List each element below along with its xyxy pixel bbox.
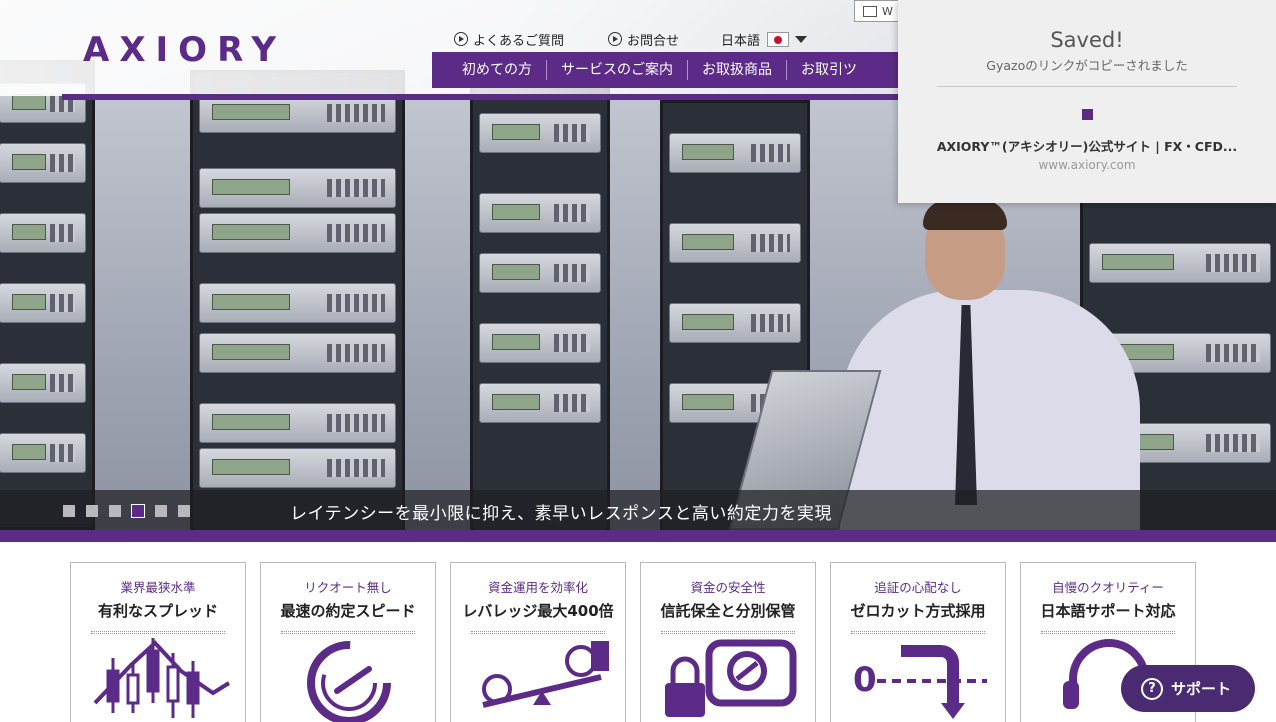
faq-link[interactable]: よくあるご質問 xyxy=(454,30,564,49)
play-circle-icon xyxy=(454,32,468,46)
site-favicon-icon xyxy=(1081,109,1093,120)
gyazo-saved-popup[interactable]: Saved! Gyazoのリンクがコピーされました AXIORY™(アキシオリー… xyxy=(898,0,1276,203)
nav-item-trading[interactable]: お取引ツ xyxy=(787,60,871,80)
feature-title: ゼロカット方式採用 xyxy=(850,602,986,620)
chevron-down-icon xyxy=(795,36,808,43)
top-links: よくあるご質問 お問合せ xyxy=(454,30,723,49)
feature-card-zerocut[interactable]: 追証の心配なし ゼロカット方式採用 0 xyxy=(830,562,1006,722)
slider-dot[interactable] xyxy=(178,505,190,517)
feature-tag: 資金運用を効率化 xyxy=(487,580,588,595)
language-selector[interactable]: 日本語 xyxy=(721,30,808,49)
monitor-icon xyxy=(863,5,877,17)
slider-dot[interactable] xyxy=(63,505,75,517)
feature-tag: 資金の安全性 xyxy=(690,580,766,595)
server-rack xyxy=(470,80,610,542)
slider-dot[interactable] xyxy=(86,505,98,517)
feature-title: 信託保全と分別保管 xyxy=(660,602,796,620)
web-trader-label: W xyxy=(882,4,893,18)
feature-tag: 業界最狭水準 xyxy=(120,580,196,595)
server-rack xyxy=(0,60,95,530)
slider-dot[interactable] xyxy=(155,505,167,517)
slider-pagination xyxy=(63,504,201,518)
seesaw-coins-icon xyxy=(482,641,609,708)
safe-lock-icon xyxy=(665,639,797,717)
feature-card-leverage[interactable]: 資金運用を効率化 レバレッジ最大400倍 xyxy=(450,562,626,722)
contact-link-label: お問合せ xyxy=(627,33,680,49)
zero-cut-icon: 0 xyxy=(853,645,987,719)
header-divider xyxy=(62,94,900,100)
nav-item-products[interactable]: お取扱商品 xyxy=(688,60,787,80)
feature-card-safety[interactable]: 資金の安全性 信託保全と分別保管 xyxy=(640,562,816,722)
feature-title: 最速の約定スピード xyxy=(280,602,416,620)
feature-card-spread[interactable]: 業界最狭水準 有利なスプレッド xyxy=(70,562,246,722)
play-circle-icon xyxy=(608,32,623,46)
web-trader-button[interactable]: W xyxy=(854,0,904,22)
faq-link-label: よくあるご質問 xyxy=(473,33,565,49)
nav-item-services[interactable]: サービスのご案内 xyxy=(547,60,688,80)
feature-tag: 自慢のクオリティー xyxy=(1052,580,1164,595)
nav-item-beginners[interactable]: 初めての方 xyxy=(432,60,547,80)
axiory-logo[interactable]: AXIORY xyxy=(83,30,286,70)
support-label: サポート xyxy=(1171,680,1232,698)
slider-dot-active[interactable] xyxy=(131,504,145,518)
popup-divider xyxy=(937,86,1237,87)
hero-bottom-band xyxy=(0,530,1276,542)
feature-tag: リクオート無し xyxy=(304,580,392,595)
feature-title: 有利なスプレッド xyxy=(97,602,218,620)
main-nav: 初めての方 サービスのご案内 お取扱商品 お取引ツ xyxy=(432,52,902,88)
page-title: AXIORY™(アキシオリー)公式サイト | FX・CFD... xyxy=(936,139,1238,154)
page: AXIORY よくあるご質問 お問合せ 日本語 W 初めての方 サービスのご案内… xyxy=(0,0,1276,722)
saved-heading: Saved! xyxy=(1050,28,1124,52)
language-label: 日本語 xyxy=(721,34,761,49)
svg-text:0: 0 xyxy=(853,660,877,700)
hero-caption: レイテンシーを最小限に抑え、素早いレスポンスと高い約定力を実現 xyxy=(290,504,832,524)
link-copied-message: Gyazoのリンクがコピーされました xyxy=(986,58,1188,73)
candlestick-chart-icon xyxy=(93,638,231,718)
feature-cards: 業界最狭水準 有利なスプレッド リクオート無し 最速の約定スピード 資金運用を効… xyxy=(70,562,1210,722)
feature-title: 日本語サポート対応 xyxy=(1040,602,1176,620)
server-rack xyxy=(190,70,405,540)
feature-title: レバレッジ最大400倍 xyxy=(462,602,614,620)
slider-dot[interactable] xyxy=(109,505,121,517)
feature-tag: 追証の心配なし xyxy=(874,580,962,595)
speedometer-icon xyxy=(307,641,391,722)
question-icon: ? xyxy=(1141,677,1163,700)
contact-link[interactable]: お問合せ xyxy=(608,30,679,49)
feature-card-execution[interactable]: リクオート無し 最速の約定スピード xyxy=(260,562,436,722)
japan-flag-icon xyxy=(767,32,790,47)
page-url: www.axiory.com xyxy=(1038,158,1136,172)
support-chat-button[interactable]: ? サポート xyxy=(1121,665,1255,712)
